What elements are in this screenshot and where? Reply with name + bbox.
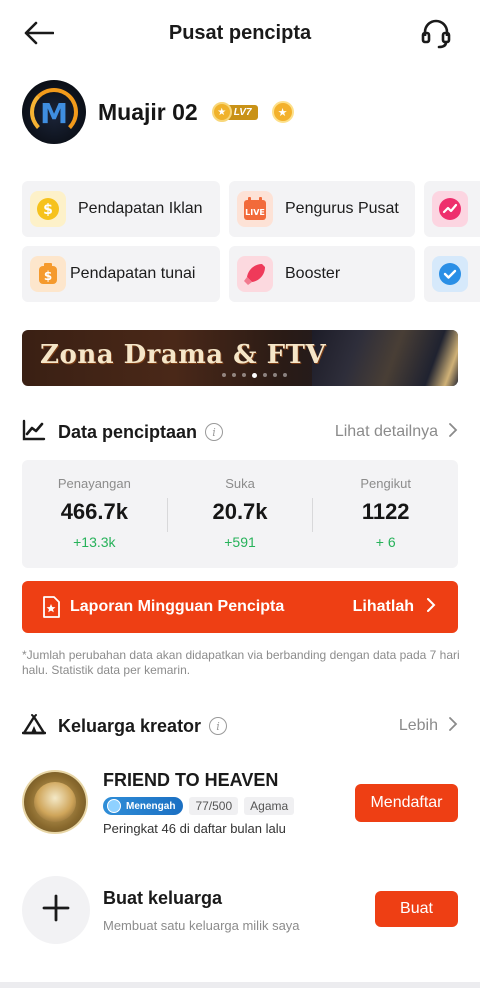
carousel-indicator [222,372,287,378]
svg-text:LIVE: LIVE [245,208,265,217]
family-level-badge: Menengah [103,797,184,815]
customer-service-button[interactable] [418,18,454,54]
back-button[interactable] [22,18,56,52]
svg-text:$: $ [44,269,52,283]
member-count: 77/500 [189,797,239,815]
create-family-button[interactable]: Buat [375,891,458,927]
rocket-icon [237,256,273,292]
chevron-right-icon [448,716,458,736]
banner-artwork [312,330,458,386]
section-title: Data penciptaan [58,421,198,442]
star-icon: ★ [211,102,232,122]
stat-followers[interactable]: Pengikut 1122 + 6 [313,460,458,568]
family-name: FRIEND TO HEAVEN [103,770,279,790]
cash-bag-icon: $ [30,256,66,292]
more-link[interactable]: Lebih [399,716,458,736]
creator-name: Muajir 02 [98,98,198,125]
creator-profile[interactable]: M Muajir 02 ★ LV7 ★ [22,80,294,144]
tool-verification[interactable] [424,246,480,302]
creation-stats-card: Penayangan 466.7k +13.3k Suka 20.7k +591… [22,460,458,568]
tool-label: Pengurus Pusat [285,200,399,217]
tool-center-manager[interactable]: LIVE Pengurus Pusat [229,181,415,237]
trend-chart-icon [22,419,46,446]
avatar[interactable]: M [22,80,86,144]
tool-cash-income[interactable]: $ Pendapatan tunai [22,246,220,302]
data-footnote: *Jumlah perubahan data akan didapatkan v… [22,648,460,677]
check-badge-icon [432,256,468,292]
report-view-action[interactable]: Lihatlah [353,597,436,617]
tool-label: Pendapatan tunai [70,265,196,282]
chevron-right-icon [426,597,436,617]
dollar-coin-icon: $ [30,191,66,227]
banner-title: Zona Drama & FTV [40,340,327,370]
level-badge[interactable]: ★ LV7 [211,102,258,122]
tool-trending[interactable] [424,181,480,237]
create-family-subtitle: Membuat satu keluarga milik saya [103,918,300,933]
stat-likes[interactable]: Suka 20.7k +591 [168,460,313,568]
promo-banner[interactable]: Zona Drama & FTV [22,330,458,386]
family-category: Agama [244,797,295,815]
svg-text:$: $ [43,202,53,218]
weekly-report-button[interactable]: Laporan Mingguan Pencipta Lihatlah [22,581,458,633]
tool-label: Booster [285,265,341,282]
section-title: Keluarga kreator [58,715,202,736]
document-star-icon [42,596,60,618]
medal-icon[interactable]: ★ [271,101,294,123]
stat-views[interactable]: Penayangan 466.7k +13.3k [22,460,167,568]
create-family-item[interactable]: Buat keluarga Membuat satu keluarga mili… [22,876,458,944]
top-bar: Pusat pencipta [0,0,480,70]
tool-booster[interactable]: Booster [229,246,415,302]
create-family-title: Buat keluarga [103,888,223,908]
family-avatar[interactable] [22,770,88,834]
arrow-left-icon [24,21,55,50]
report-label: Laporan Mingguan Pencipta [70,598,285,615]
tool-label: Pendapatan Iklan [78,200,203,217]
creation-data-header: Data penciptaan i Lihat detailnya [22,418,458,446]
family-list-item[interactable]: FRIEND TO HEAVEN Menengah 77/500 Agama P… [22,770,458,836]
trending-bolt-icon [432,191,468,227]
info-icon[interactable]: i [209,717,228,735]
tool-ad-revenue[interactable]: $ Pendapatan Iklan [22,181,220,237]
family-rank: Peringkat 46 di daftar bulan lalu [103,821,286,836]
tent-icon [21,713,47,740]
info-icon[interactable]: i [205,423,224,441]
plus-icon [42,894,70,927]
page-title: Pusat pencipta [168,22,312,44]
creator-family-header: Keluarga kreator i Lebih [21,712,458,740]
headset-icon [420,18,452,55]
bottom-divider [0,982,480,988]
join-family-button[interactable]: Mendaftar [355,784,458,822]
live-calendar-icon: LIVE [237,191,273,227]
chevron-right-icon [448,422,458,442]
family-tags: Menengah 77/500 Agama [103,797,295,815]
view-details-link[interactable]: Lihat detailnya [335,422,458,442]
create-family-plus[interactable] [22,876,90,944]
globe-icon [107,799,121,813]
